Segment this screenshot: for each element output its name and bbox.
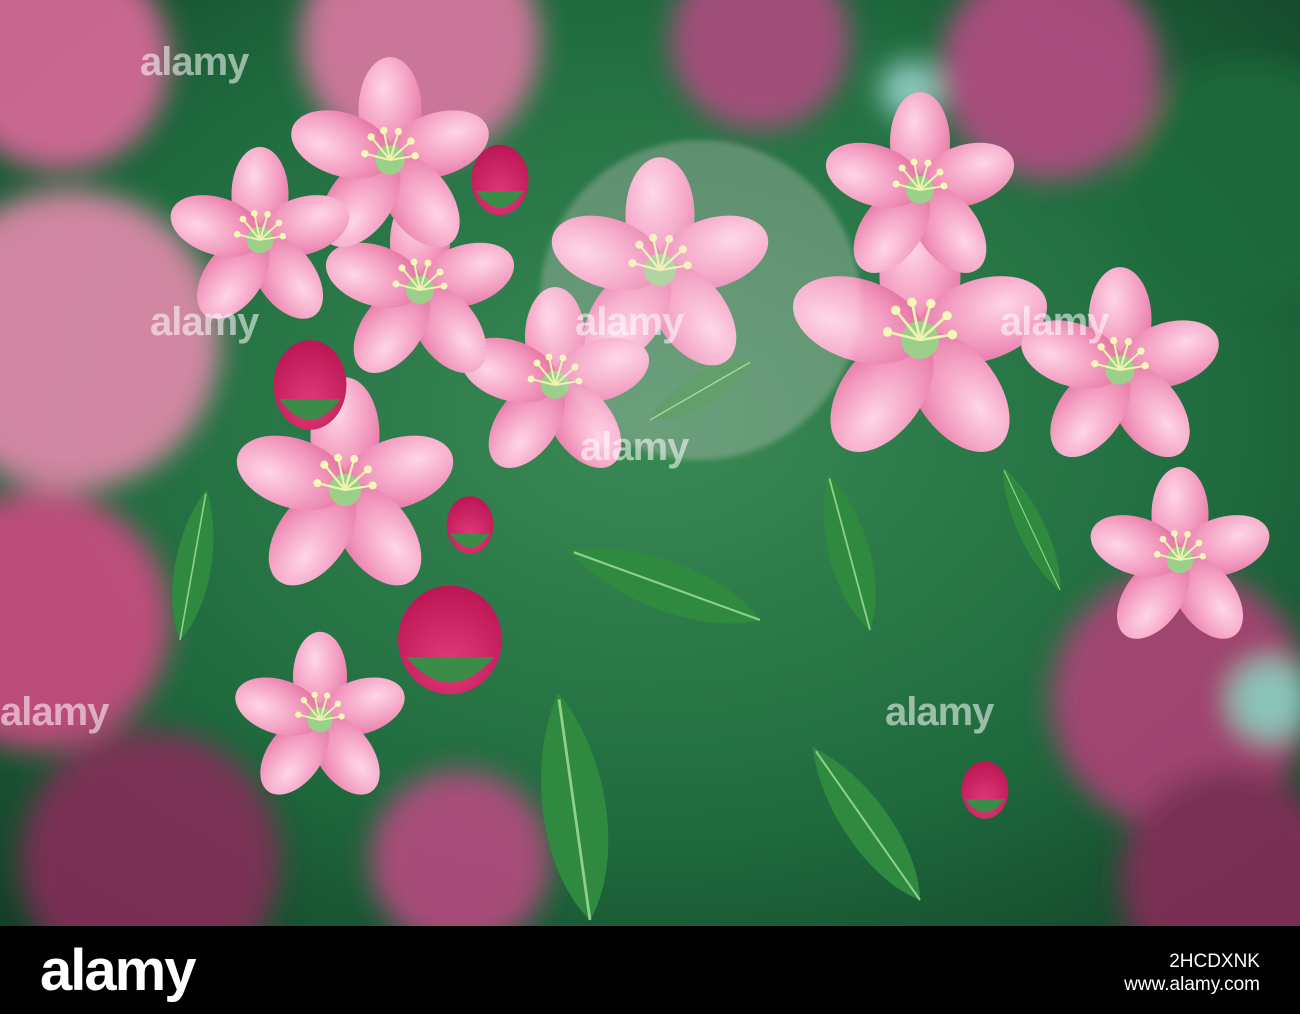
blossom-photo — [0, 0, 1300, 926]
photo: alamy alamy alamy alamy alamy alamy alam… — [0, 0, 1300, 926]
footer-info: 2HCDXNK www.alamy.com — [1124, 950, 1260, 996]
site-url: www.alamy.com — [1124, 974, 1260, 995]
watermark-footer: alamy 2HCDXNK www.alamy.com — [0, 926, 1300, 1014]
image-id: 2HCDXNK — [1169, 951, 1260, 972]
alamy-logo: alamy — [40, 938, 196, 1003]
